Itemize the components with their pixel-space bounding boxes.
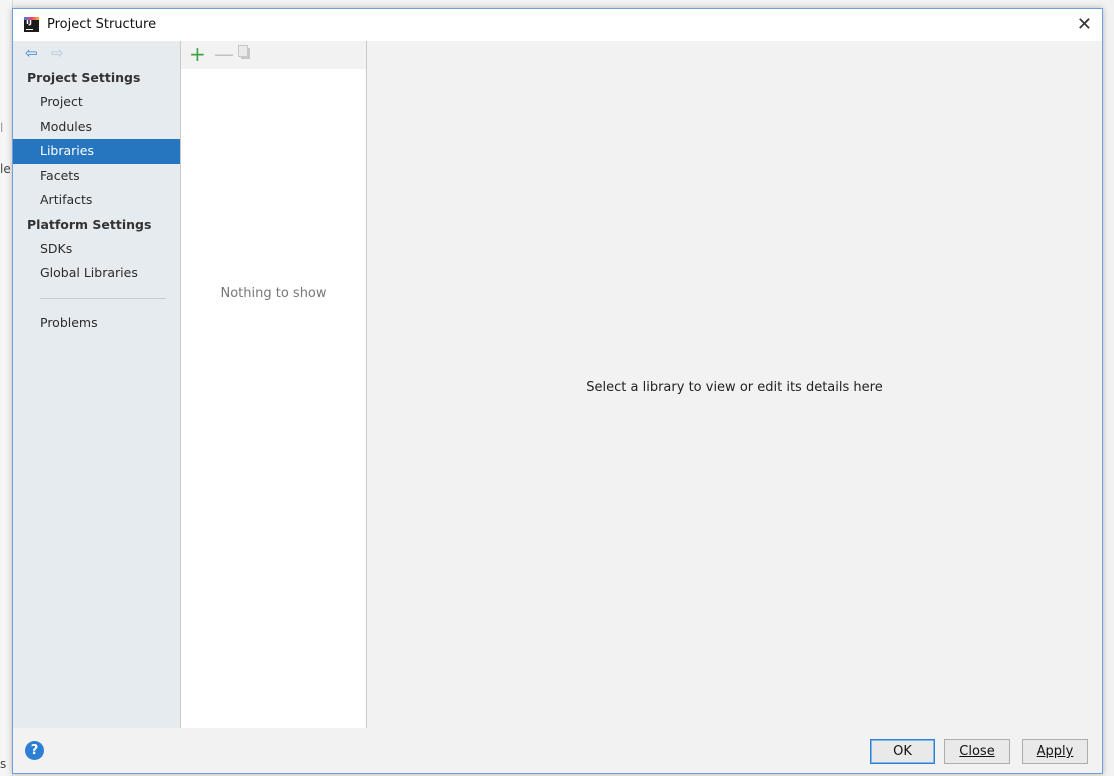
library-details-panel: Select a library to view or edit its det… [367, 41, 1102, 728]
sidebar-item-facets[interactable]: Facets [13, 164, 180, 189]
title-bar: IJ Project Structure ✕ [13, 9, 1102, 41]
sidebar-item-project[interactable]: Project [13, 90, 180, 115]
copy-icon[interactable] [238, 45, 250, 59]
details-placeholder: Select a library to view or edit its det… [586, 380, 883, 395]
sidebar-item-sdks[interactable]: SDKs [13, 237, 180, 262]
platform-settings-header: Platform Settings [27, 216, 152, 232]
settings-sidebar: ⇦ ⇨ Project Settings Project Modules Lib… [13, 41, 181, 728]
close-button[interactable]: Close [944, 739, 1010, 764]
intellij-logo-icon: IJ [24, 17, 39, 32]
forward-arrow-icon[interactable]: ⇨ [51, 44, 64, 62]
sidebar-item-global-libraries[interactable]: Global Libraries [13, 261, 180, 286]
remove-icon[interactable]: — [214, 43, 234, 65]
back-arrow-icon[interactable]: ⇦ [25, 44, 38, 62]
background-fragment: l [0, 121, 4, 135]
background-fragment: le [0, 162, 11, 176]
apply-button[interactable]: Apply [1022, 739, 1088, 764]
navigation-arrows: ⇦ ⇨ [13, 41, 180, 66]
sidebar-item-problems[interactable]: Problems [13, 311, 180, 336]
add-icon[interactable]: + [189, 43, 206, 65]
help-icon[interactable]: ? [25, 741, 44, 760]
sidebar-item-modules[interactable]: Modules [13, 115, 180, 140]
empty-list-message: Nothing to show [220, 286, 327, 301]
close-icon[interactable]: ✕ [1077, 14, 1092, 35]
sidebar-item-artifacts[interactable]: Artifacts [13, 188, 180, 213]
background-fragment: s [0, 757, 7, 771]
project-structure-dialog: IJ Project Structure ✕ ⇦ ⇨ Project Setti… [12, 8, 1103, 774]
window-title: Project Structure [47, 17, 157, 32]
project-settings-header: Project Settings [27, 70, 141, 85]
ok-button[interactable]: OK [870, 739, 935, 764]
sidebar-divider [40, 297, 166, 299]
sidebar-item-libraries[interactable]: Libraries [13, 139, 180, 164]
library-list-panel: + — Nothing to show [181, 41, 367, 728]
library-toolbar: + — [181, 41, 366, 69]
dialog-footer: ? OK Close Apply [13, 728, 1102, 773]
